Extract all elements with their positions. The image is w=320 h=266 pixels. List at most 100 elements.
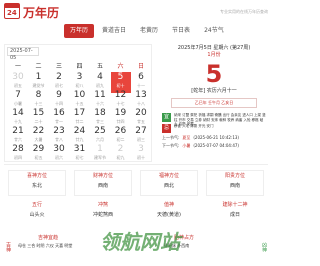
nav-item-solar-terms[interactable]: 24节气 [198, 24, 230, 38]
lucky-gods-side-label: 吉神 [5, 242, 11, 252]
day-number: 31 [73, 144, 86, 154]
day-number: 21 [12, 126, 24, 136]
day-number: 1 [97, 144, 103, 154]
next-term-name[interactable]: 小暑 [179, 143, 193, 148]
day-number: 5 [117, 72, 124, 82]
info-five-elements: 五行 山头火 [8, 200, 66, 230]
day-number: 8 [35, 90, 42, 100]
day-number: 25 [94, 126, 106, 136]
day-number: 24 [73, 126, 86, 136]
day-detail-panel: 2025年7月5日 星期六 (第27周) 1月份 5 [蛇年] 农历六月十一 乙… [160, 44, 268, 162]
day-number: 30 [12, 72, 24, 82]
day-number: 19 [114, 108, 127, 118]
day-number: 6 [138, 72, 144, 82]
day-lunar-label: 廿二 [75, 119, 84, 124]
detail-month-label: 1月份 [207, 52, 221, 58]
luck-title: 财神方位 [92, 173, 113, 179]
calendar-day[interactable]: 29 初五 [29, 144, 49, 165]
day-lunar-label: 建军节 [94, 155, 106, 160]
day-lunar-label: 初五 [34, 155, 43, 160]
weekday-header: 六 [117, 63, 124, 70]
day-number: 15 [32, 108, 45, 118]
day-number: 10 [73, 90, 86, 100]
next-term-date: (2025-07-07 04:04:47) [193, 143, 239, 148]
day-number: 16 [53, 108, 65, 118]
site-title[interactable]: 万年历 [23, 4, 59, 21]
yi-badge: 宜 [162, 113, 171, 122]
evil-gods-side-label: 凶神 [261, 242, 267, 252]
day-lunar-label: 初八 [75, 83, 84, 88]
day-lunar-label: 十九 [14, 119, 22, 124]
day-number: 18 [94, 108, 106, 118]
day-number: 11 [94, 90, 106, 100]
calendar-day[interactable]: 31 初七 [70, 144, 90, 165]
info-title: 值神 [163, 202, 174, 208]
calendar-day[interactable]: 2 初九 [111, 144, 131, 165]
luck-title: 阳贵方位 [224, 173, 245, 179]
calendar-logo-icon[interactable]: 24 [4, 3, 20, 19]
weekday-header: 一 [14, 63, 21, 70]
day-number: 23 [53, 126, 65, 136]
day-number: 13 [135, 90, 147, 100]
luck-value: 西南 [97, 183, 108, 189]
luck-box-fortune: 福神方位 西北 [140, 170, 198, 196]
day-lunar-label: 建党节 [32, 83, 45, 88]
info-title: 建除十二神 [222, 202, 248, 208]
info-value: 山头火 [29, 212, 45, 218]
day-lunar-label: 初三 [137, 137, 145, 142]
luck-box-joy: 喜神方位 东北 [8, 170, 66, 196]
nav-item-lucky-days[interactable]: 黄道吉日 [96, 24, 132, 38]
calendar-day[interactable]: 1 建军节 [90, 144, 110, 165]
big-day-number: 5 [205, 60, 223, 88]
day-lunar-label: 初七 [75, 155, 84, 160]
next-term-label: 下一节气: [162, 143, 180, 148]
ji-text: 移徙 入宅 嫁娶 开光 安门 [174, 124, 214, 128]
day-number: 27 [135, 126, 147, 136]
day-number: 2 [56, 72, 62, 82]
prev-term-name[interactable]: 夏至 [179, 135, 193, 140]
day-lunar-label: 六月 [96, 137, 104, 142]
day-number: 17 [73, 108, 86, 118]
prev-term-date: (2025-06-21 10:42:13) [193, 135, 239, 140]
site-slogan: 专业实用的在线万年历查询 [220, 9, 268, 14]
calendar-day[interactable]: 3 初十 [131, 144, 151, 165]
day-lunar-label: 廿五 [137, 119, 145, 124]
prev-term-label: 上一节气: [162, 135, 180, 140]
lucky-gods-title: 吉神宜趋 [38, 235, 59, 241]
day-lunar-label: 廿一 [55, 119, 63, 124]
day-number: 9 [56, 90, 62, 100]
day-lunar-label: 初九 [96, 83, 104, 88]
date-input[interactable]: 2025-07-05 [7, 47, 39, 61]
luck-value: 东北 [31, 183, 42, 189]
day-number: 3 [138, 144, 144, 154]
calendar-day[interactable]: 30 初六 [49, 144, 69, 165]
weekday-header: 五 [96, 63, 103, 70]
luck-box-noble: 阳贵方位 西南 [206, 170, 264, 196]
day-number: 28 [12, 144, 24, 154]
detail-date-header: 2025年7月5日 星期六 (第27周) [177, 45, 251, 51]
day-lunar-label: 十三 [34, 101, 43, 106]
main-nav: 万年历 黄道吉日 老黄历 节日表 24节气 [64, 24, 230, 38]
weekday-header: 四 [76, 63, 83, 70]
yi-ji-section: 宜 纳采 订盟 祭祀 祈福 求嗣 斋醮 出行 会亲友 进人口 上梁 竖柱 开市 … [160, 112, 268, 134]
weekday-header: 日 [137, 63, 144, 70]
nav-item-almanac[interactable]: 老黄历 [134, 24, 164, 38]
nav-item-calendar[interactable]: 万年历 [64, 24, 95, 38]
day-lunar-label: 初七 [55, 83, 63, 88]
info-value: 成日 [229, 212, 240, 218]
day-lunar-label: 初四 [14, 155, 22, 160]
day-lunar-label: 廿六 [14, 137, 22, 142]
nav-item-holidays[interactable]: 节日表 [166, 24, 196, 38]
top-bar: 24 万年历 专业实用的在线万年历查询 [0, 0, 272, 22]
calendar-day[interactable]: 28 初四 [8, 144, 28, 165]
day-lunar-label: 大暑 [34, 137, 43, 142]
next-solar-term: 下一节气: 小暑 (2025-07-07 04:04:47) [160, 142, 268, 150]
day-lunar-label: 十四 [55, 101, 63, 106]
day-number: 22 [32, 126, 45, 136]
day-number: 4 [97, 72, 103, 82]
ji-badge: 忌 [162, 124, 171, 133]
month-calendar: 2025-07-05 一二三四五六日 30 初五 1 建党节 2 初七 3 初八 4 初九 5 初十 6 十… [4, 44, 152, 162]
info-title: 五行 [31, 202, 42, 208]
day-number: 7 [15, 90, 21, 100]
info-value: 天德(黄道) [157, 212, 181, 218]
